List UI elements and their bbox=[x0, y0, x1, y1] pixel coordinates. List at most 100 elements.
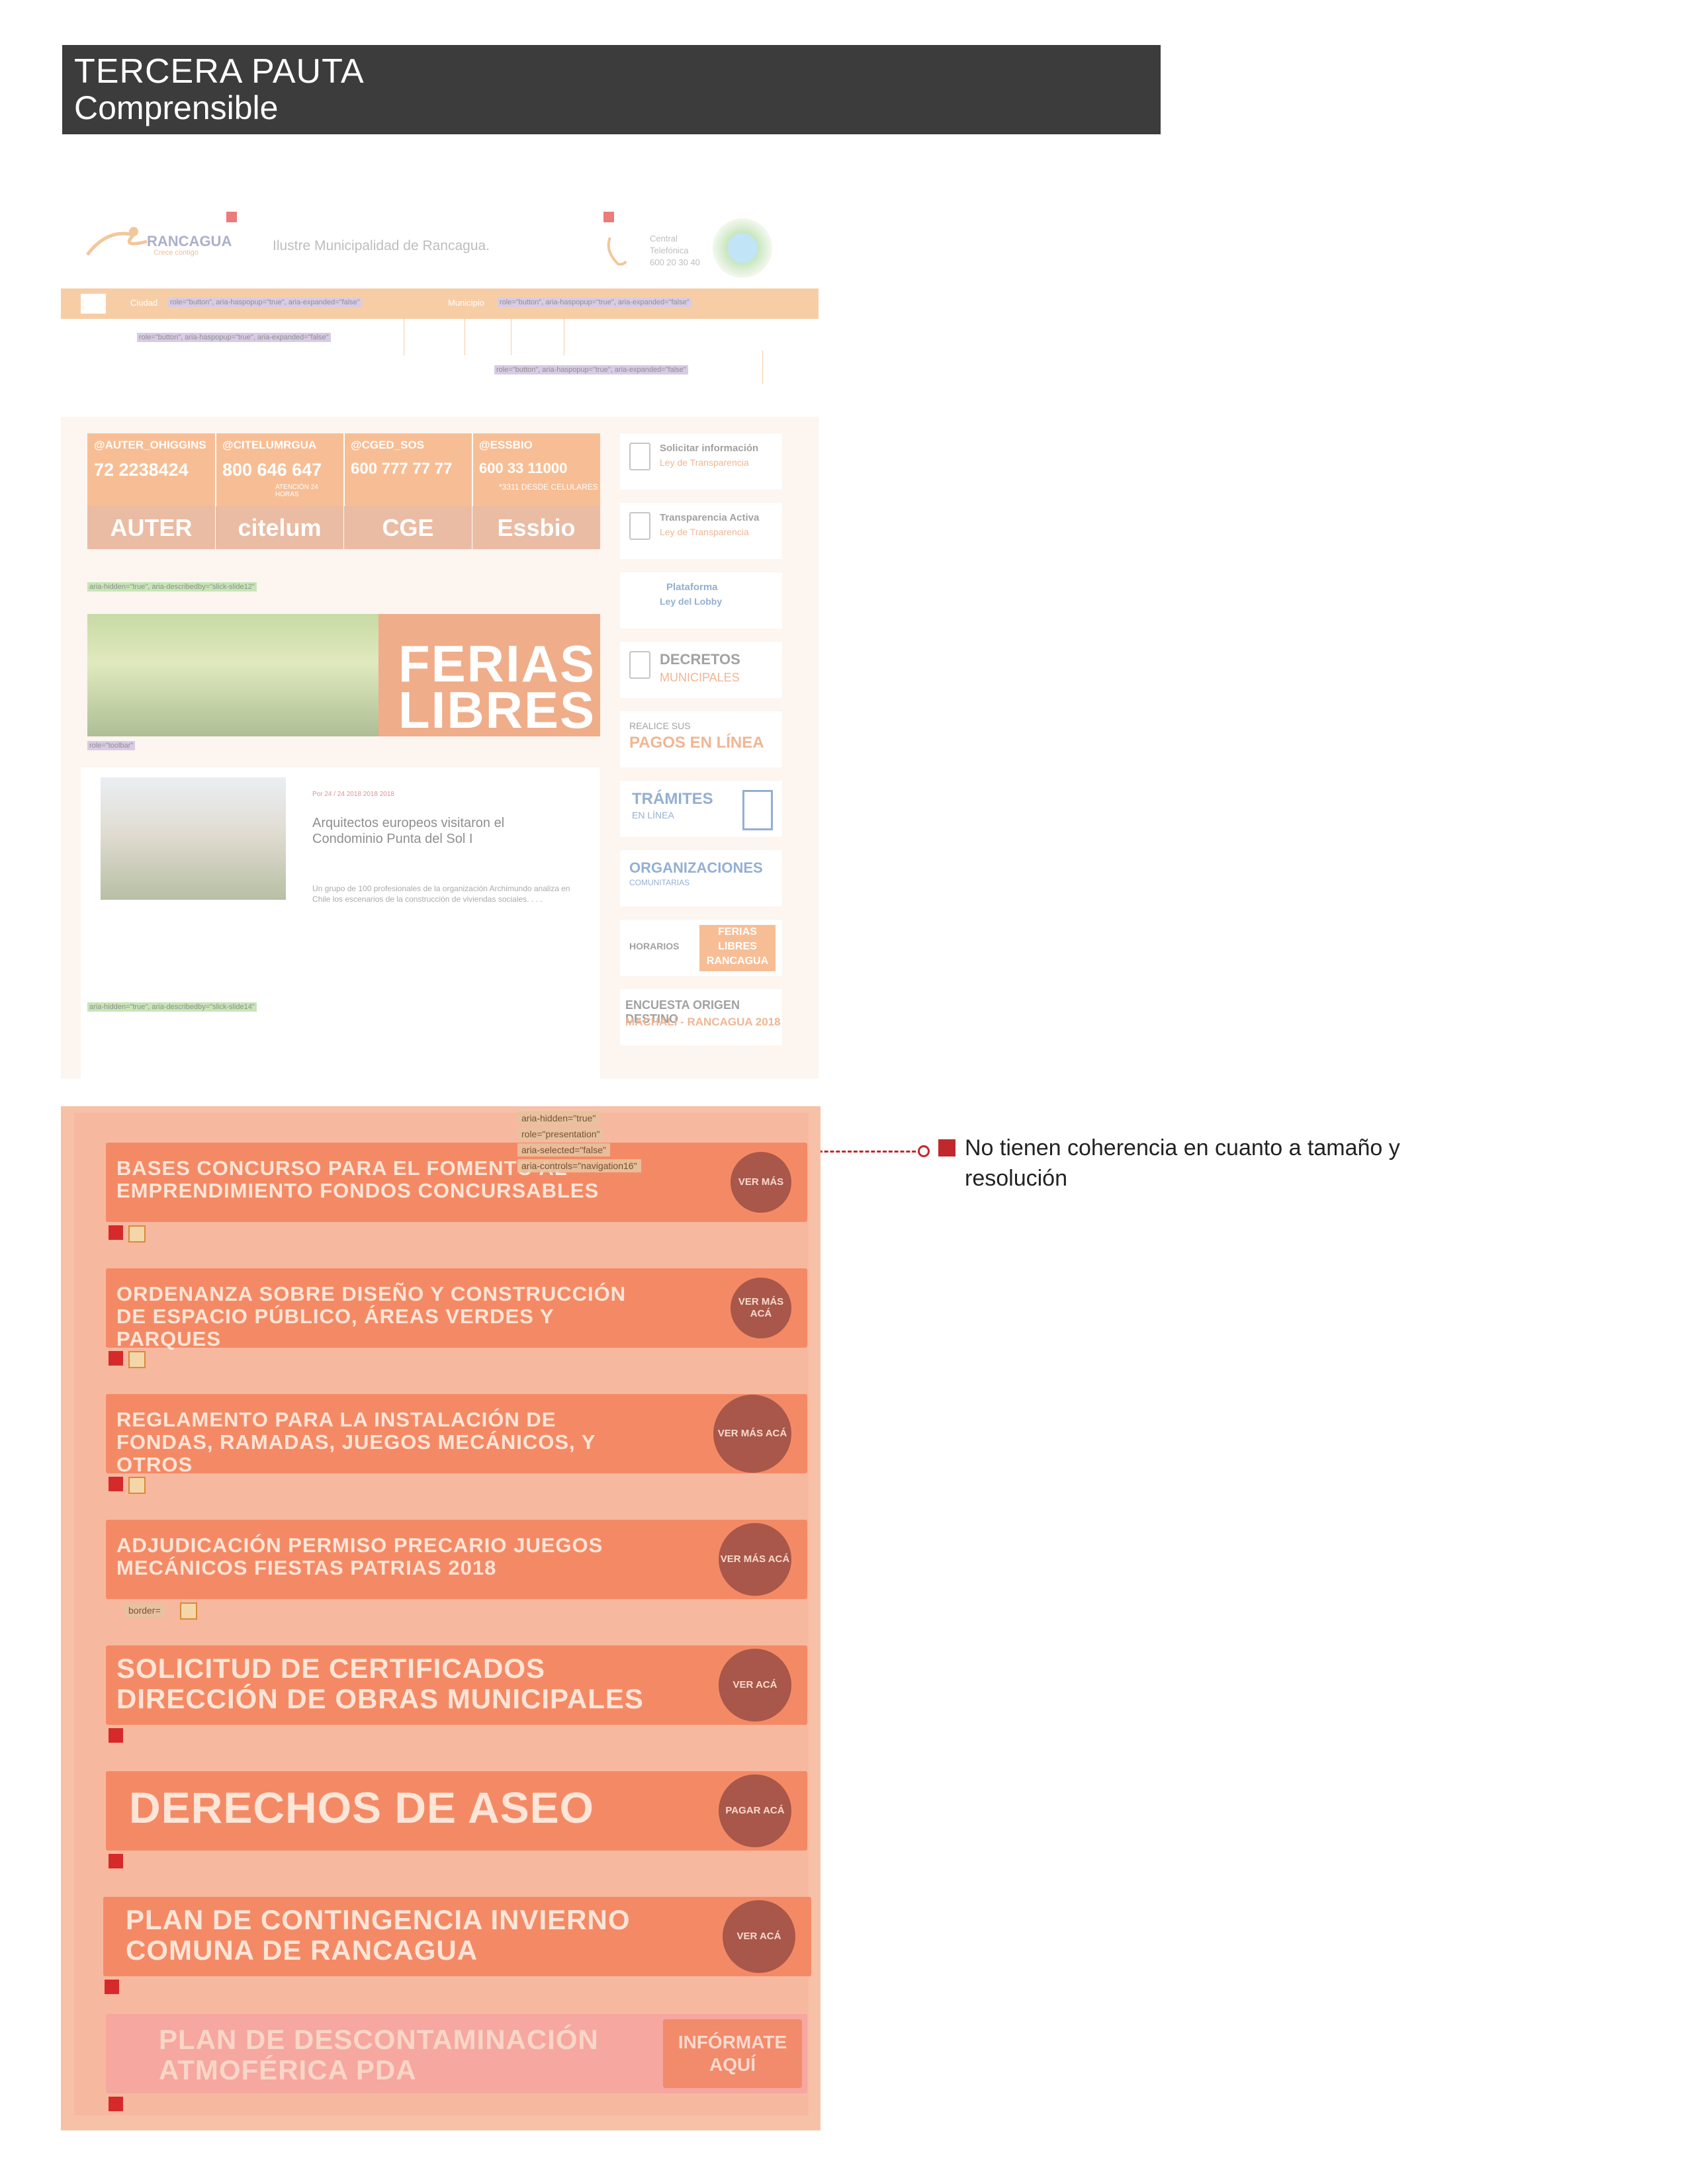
heading-title: TERCERA PAUTA bbox=[74, 52, 365, 91]
card-title: ORDENANZA SOBRE DISEÑO Y CONSTRUCCIÓN DE… bbox=[116, 1282, 627, 1350]
aria-annotation: role="toolbar" bbox=[87, 741, 136, 750]
sidebar-sublabel: MACHALÍ - RANCAGUA 2018 bbox=[625, 1016, 781, 1028]
twitter-handle: @AUTER_OHIGGINS bbox=[94, 439, 206, 451]
pdf-icon bbox=[109, 1225, 123, 1240]
emergency-contacts-banner[interactable]: @AUTER_OHIGGINS 72 2238424 AUTER @CITELU… bbox=[87, 433, 600, 549]
page-heading: TERCERA PAUTA Comprensible bbox=[62, 45, 1161, 134]
sidebar-item-pagos[interactable]: REALICE SUS PAGOS EN LÍNEA bbox=[620, 711, 782, 767]
aria-annotation: aria-hidden="true" bbox=[517, 1112, 600, 1125]
home-icon[interactable] bbox=[81, 294, 106, 314]
ferias-libres-banner[interactable]: FERIAS LIBRES bbox=[87, 614, 600, 736]
contact-note: *3311 DESDE CELULARES bbox=[499, 482, 598, 492]
image-icon bbox=[180, 1602, 197, 1620]
contact-note: ATENCIÓN 24 HORAS bbox=[275, 484, 318, 498]
card-button[interactable]: PAGAR ACÁ bbox=[719, 1774, 791, 1847]
phone-number: 600 20 30 40 bbox=[650, 257, 700, 267]
sidebar-item-solicitar[interactable]: Solicitar información Ley de Transparenc… bbox=[620, 433, 782, 490]
sidebar-label: ORGANIZACIONES bbox=[629, 859, 763, 876]
card-bases-concurso[interactable]: BASES CONCURSO PARA EL FOMENTO AL EMPREN… bbox=[106, 1143, 807, 1222]
sidebar-item-horarios[interactable]: HORARIOS FERIAS LIBRES RANCAGUA bbox=[620, 920, 782, 976]
pdf-icon bbox=[109, 1854, 123, 1868]
image-icon bbox=[128, 1351, 146, 1368]
phone-icon bbox=[607, 237, 627, 266]
card-button[interactable]: VER MÁS ACÁ bbox=[731, 1278, 791, 1338]
card-adjudicacion[interactable]: ADJUDICACIÓN PERMISO PRECARIO JUEGOS MEC… bbox=[106, 1520, 807, 1599]
pdf-icon bbox=[109, 2097, 123, 2111]
sidebar-item-organizaciones[interactable]: ORGANIZACIONES COMUNITARIAS bbox=[620, 850, 782, 906]
card-title: DERECHOS DE ASEO bbox=[129, 1783, 595, 1832]
news-item[interactable]: Por 24 / 24 2018 2018 2018 Arquitectos e… bbox=[81, 767, 600, 1078]
card-button[interactable]: VER ACÁ bbox=[719, 1649, 791, 1722]
card-button[interactable]: VER MÁS ACÁ bbox=[719, 1523, 791, 1596]
card-ordenanza[interactable]: ORDENANZA SOBRE DISEÑO Y CONSTRUCCIÓN DE… bbox=[106, 1268, 807, 1350]
sidebar-sublabel: COMUNITARIAS bbox=[629, 878, 690, 887]
twitter-handle: @CITELUMRGUA bbox=[222, 439, 317, 451]
contact-essbio: @ESSBIO 600 33 11000 *3311 DESDE CELULAR… bbox=[472, 433, 600, 549]
pdf-icon bbox=[105, 1980, 119, 1994]
brand-logo: citelum bbox=[216, 506, 343, 549]
card-certificados[interactable]: SOLICITUD DE CERTIFICADOS DIRECCIÓN DE O… bbox=[106, 1645, 807, 1725]
brand-logo: CGE bbox=[344, 506, 472, 549]
nav-divider bbox=[762, 351, 763, 384]
pdf-icon bbox=[109, 1351, 123, 1366]
card-title: PLAN DE CONTINGENCIA INVIERNO COMUNA DE … bbox=[126, 1904, 631, 1966]
aria-annotation: aria-controls="navigation16" bbox=[517, 1159, 641, 1172]
website-screenshot-top: RANCAGUA Crece contigo Ilustre Municipal… bbox=[61, 198, 819, 1078]
contact-phone: 72 2238424 bbox=[94, 460, 189, 480]
main-nav: Ciudad role="button", aria-haspopup="tru… bbox=[61, 288, 819, 319]
logo-wordmark: RANCAGUA bbox=[147, 233, 232, 249]
sidebar-sublabel: PAGOS EN LÍNEA bbox=[629, 734, 764, 752]
document-icon bbox=[629, 512, 650, 540]
sidebar-label: Plataforma bbox=[666, 582, 718, 593]
news-image bbox=[101, 777, 286, 900]
nav-item-municipio[interactable]: Municipio bbox=[448, 298, 484, 308]
municipality-name: Ilustre Municipalidad de Rancagua. bbox=[273, 238, 490, 253]
pdf-icon bbox=[226, 212, 237, 222]
card-derechos-aseo[interactable]: DERECHOS DE ASEO PAGAR ACÁ bbox=[106, 1771, 807, 1851]
document-icon bbox=[629, 651, 650, 679]
card-plan-contingencia[interactable]: PLAN DE CONTINGENCIA INVIERNO COMUNA DE … bbox=[103, 1897, 811, 1976]
card-title: ADJUDICACIÓN PERMISO PRECARIO JUEGOS MEC… bbox=[116, 1534, 603, 1579]
phone-label: Central Telefónica bbox=[650, 234, 689, 255]
pdf-icon bbox=[109, 1477, 123, 1491]
sidebar-item-encuesta[interactable]: ENCUESTA ORIGEN DESTINO MACHALÍ - RANCAG… bbox=[620, 989, 782, 1045]
image-icon bbox=[128, 1225, 146, 1243]
sidebar-label: HORARIOS bbox=[629, 941, 680, 951]
aria-annotation: border= bbox=[124, 1604, 165, 1617]
card-button[interactable]: VER ACÁ bbox=[723, 1900, 795, 1973]
sidebar-label: TRÁMITES bbox=[632, 790, 713, 808]
rancagua-logo-icon bbox=[86, 227, 148, 256]
card-title: REGLAMENTO PARA LA INSTALACIÓN DE FONDAS… bbox=[116, 1408, 596, 1476]
card-button[interactable]: VER MÁS ACÁ bbox=[713, 1395, 791, 1473]
contact-phone: 600 777 77 77 bbox=[351, 460, 453, 478]
aria-annotation: role="presentation" bbox=[517, 1127, 604, 1141]
nav-item-ciudad[interactable]: Ciudad bbox=[130, 298, 157, 308]
sidebar-sublabel: EN LÍNEA bbox=[632, 810, 674, 820]
card-button[interactable]: VER MÁS bbox=[731, 1152, 791, 1213]
sidebar-sublabel: MUNICIPALES bbox=[660, 671, 740, 684]
pdf-icon bbox=[603, 212, 614, 222]
sidebar-item-tramites[interactable]: TRÁMITES EN LÍNEA bbox=[620, 781, 782, 837]
document-icon bbox=[629, 443, 650, 470]
sidebar-label: REALICE SUS bbox=[629, 721, 691, 731]
card-reglamento[interactable]: REGLAMENTO PARA LA INSTALACIÓN DE FONDAS… bbox=[106, 1394, 807, 1476]
news-title[interactable]: Arquitectos europeos visitaron el Condom… bbox=[312, 815, 577, 847]
card-button[interactable]: INFÓRMATE AQUÍ bbox=[663, 2019, 802, 2088]
sidebar-label: DECRETOS bbox=[660, 651, 740, 668]
aria-annotation: role="button", aria-haspopup="true", ari… bbox=[494, 365, 688, 374]
image-icon bbox=[128, 1477, 146, 1494]
clipboard-icon bbox=[742, 790, 773, 830]
sidebar-item-transparencia[interactable]: Transparencia Activa Ley de Transparenci… bbox=[620, 503, 782, 559]
sidebar-label: Solicitar información bbox=[660, 443, 759, 454]
contact-cge: @CGED_SOS 600 777 77 77 CGE bbox=[344, 433, 473, 549]
sidebar-item-lobby[interactable]: Plataforma Ley del Lobby bbox=[620, 572, 782, 629]
card-plan-descontaminacion[interactable]: PLAN DE DESCONTAMINACIÓN ATMOFÉRICA PDA … bbox=[106, 2014, 807, 2093]
aria-annotation: aria-hidden="true", aria-describedby="sl… bbox=[87, 1002, 257, 1012]
sidebar-item-decretos[interactable]: DECRETOS MUNICIPALES bbox=[620, 642, 782, 698]
sidebar-sublabel: Ley de Transparencia bbox=[660, 457, 749, 468]
aria-annotation: role="button", aria-haspopup="true", ari… bbox=[137, 333, 331, 342]
twitter-handle: @ESSBIO bbox=[479, 439, 533, 451]
card-title: PLAN DE DESCONTAMINACIÓN ATMOFÉRICA PDA bbox=[159, 2024, 599, 2085]
heading-subtitle: Comprensible bbox=[74, 89, 279, 126]
pdf-icon bbox=[109, 1728, 123, 1743]
